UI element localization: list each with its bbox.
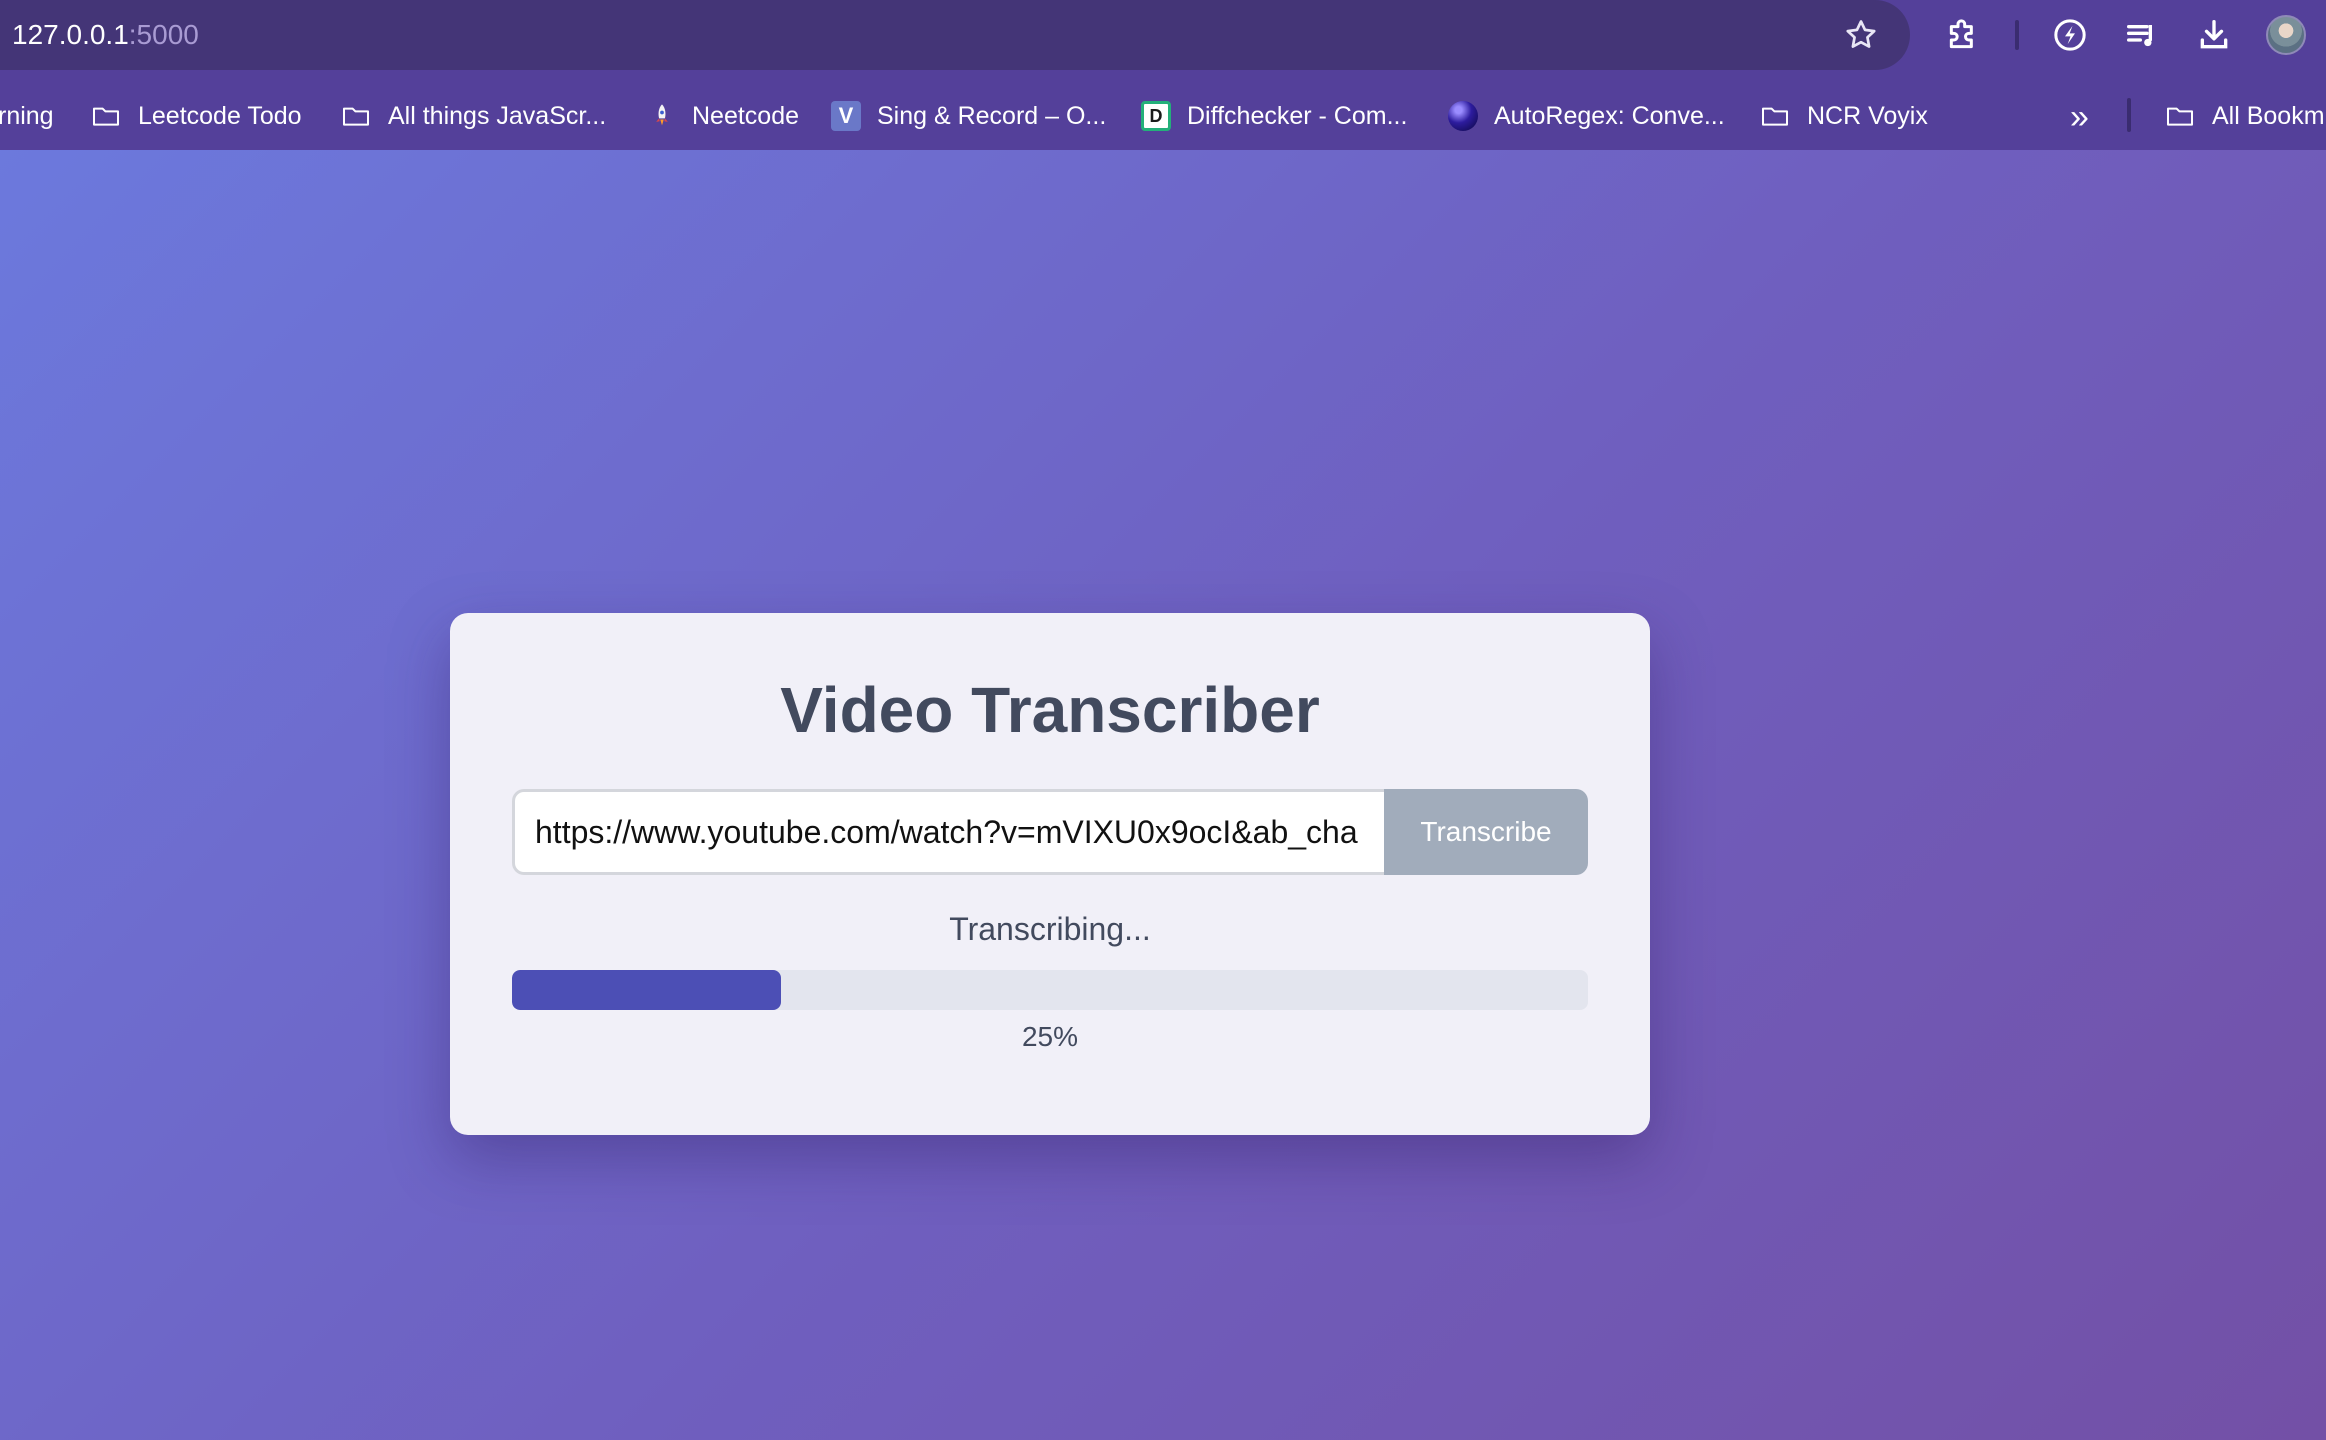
more-bookmarks-chevron-icon[interactable]: » (2070, 98, 2089, 137)
bookmark-label: All Bookm (2212, 101, 2325, 130)
folder-icon (93, 107, 119, 126)
video-url-input[interactable] (512, 789, 1384, 875)
url-port: :5000 (128, 19, 199, 50)
address-url[interactable]: 127.0.0.1:5000 (12, 16, 199, 54)
bookmarks-divider (2127, 98, 2131, 132)
rocket-icon (656, 104, 668, 126)
bookmark-label: rning (0, 101, 54, 130)
folder-icon (2167, 107, 2193, 126)
bookmark-sing-record[interactable]: V Sing & Record – O... (831, 96, 1106, 136)
v-favicon: V (831, 101, 861, 131)
bookmark-folder-leetcode-todo[interactable]: Leetcode Todo (90, 96, 302, 136)
bookmark-autoregex[interactable]: AutoRegex: Conve... (1448, 96, 1725, 136)
d-favicon: D (1141, 101, 1171, 131)
bookmark-neetcode[interactable]: Neetcode (648, 96, 799, 136)
bookmark-diffchecker[interactable]: D Diffchecker - Com... (1141, 96, 1407, 136)
profile-avatar[interactable] (2266, 15, 2306, 55)
folder-icon (343, 107, 369, 126)
bookmark-label: Leetcode Todo (138, 101, 302, 130)
folder-icon (1762, 107, 1788, 126)
address-bar[interactable]: 127.0.0.1:5000 (0, 0, 1910, 70)
bookmark-folder-all-bookmarks[interactable]: All Bookm (2164, 96, 2325, 136)
bookmark-label: Neetcode (692, 101, 800, 130)
extensions-icon[interactable] (1943, 15, 1983, 55)
performance-icon[interactable] (2050, 15, 2090, 55)
transcriber-card: Video Transcriber Transcribe Transcribin… (450, 613, 1650, 1135)
bookmark-label: All things JavaScr... (388, 101, 607, 130)
status-text: Transcribing... (949, 911, 1151, 947)
url-host: 127.0.0.1 (12, 19, 129, 50)
bookmark-label: AutoRegex: Conve... (1494, 101, 1725, 130)
toolbar-divider (2015, 20, 2019, 50)
download-icon[interactable] (2194, 15, 2234, 55)
bookmark-folder-javascript[interactable]: All things JavaScr... (340, 96, 606, 136)
sphere-favicon (1448, 101, 1478, 131)
progress-bar (512, 970, 1588, 1010)
bookmark-label: Diffchecker - Com... (1187, 101, 1408, 130)
bookmark-folder-learning[interactable]: rning (0, 96, 54, 136)
page-title: Video Transcriber (780, 674, 1320, 746)
progress-percent: 25% (1021, 1021, 1079, 1052)
transcribe-button[interactable]: Transcribe (1384, 789, 1588, 875)
bookmark-label: Sing & Record – O... (877, 101, 1107, 130)
bookmark-label: NCR Voyix (1807, 101, 1928, 130)
bookmark-folder-ncr-voyix[interactable]: NCR Voyix (1759, 96, 1928, 136)
browser-chrome: 127.0.0.1:5000 rning Leetcode Todo All t… (0, 0, 2326, 150)
media-controls-icon[interactable] (2122, 15, 2162, 55)
progress-fill (512, 970, 781, 1010)
star-icon[interactable] (1843, 17, 1879, 53)
